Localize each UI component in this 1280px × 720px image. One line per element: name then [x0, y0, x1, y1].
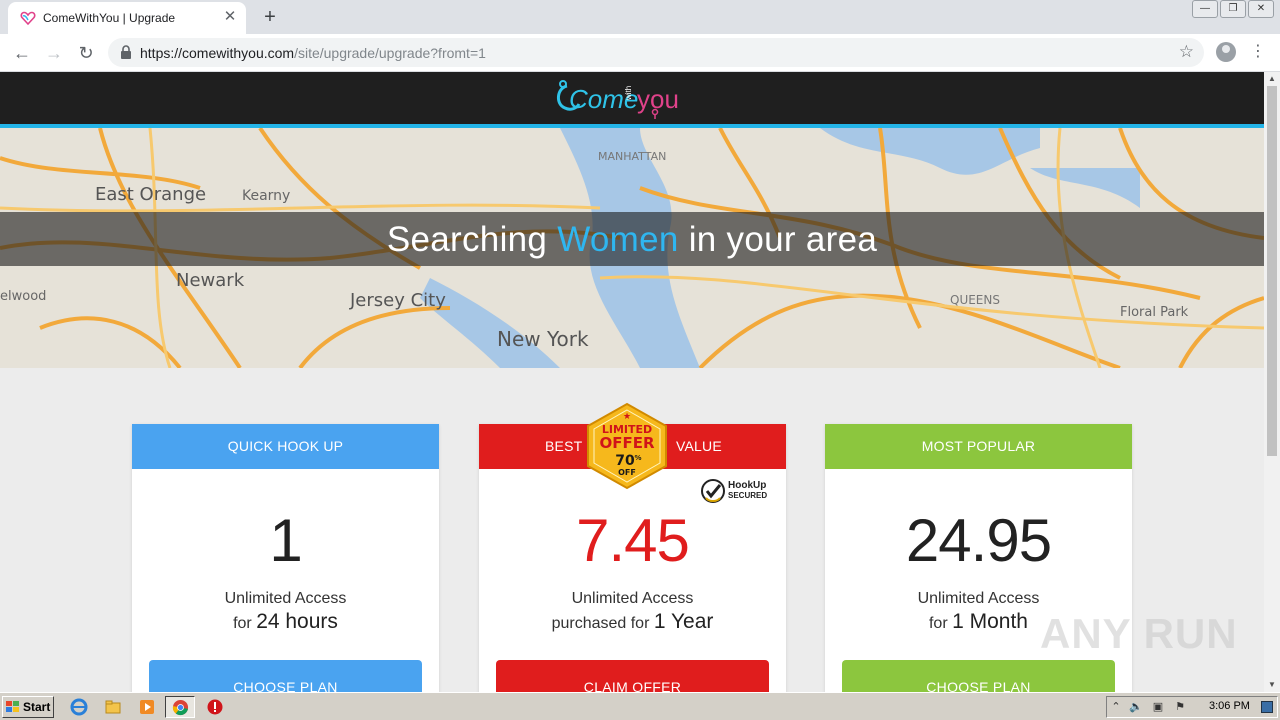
badge-line2: OFFER — [599, 434, 654, 452]
map-label-kearny: Kearny — [242, 188, 290, 204]
hero-map-banner: East Orange Kearny Newark Jersey City Ne… — [0, 128, 1264, 368]
tab-title: ComeWithYou | Upgrade — [43, 11, 176, 25]
forward-icon[interactable]: → — [42, 41, 66, 65]
back-icon[interactable]: ← — [10, 41, 34, 65]
url-path: /site/upgrade/upgrade?fromt=1 — [294, 45, 486, 61]
browser-tabstrip: ComeWithYou | Upgrade ✕ + — ❐ ✕ — [0, 0, 1280, 34]
limited-offer-badge-icon: ★ LIMITED OFFER 70 % OFF — [587, 402, 667, 490]
map-label-new-york: New York — [497, 327, 589, 351]
plan-description: Unlimited Access — [571, 590, 694, 607]
plan-duration: for 24 hours — [132, 610, 439, 634]
map-label-newark: Newark — [176, 270, 245, 291]
start-button[interactable]: Start — [2, 696, 54, 718]
hero-highlight: Women — [557, 220, 679, 259]
media-player-icon[interactable] — [138, 698, 156, 716]
page-viewport: Come with you East Orange Kearny Newark … — [0, 72, 1264, 692]
taskbar-clock[interactable]: 3:06 PM — [1209, 700, 1250, 712]
window-controls: — ❐ ✕ — [1192, 0, 1274, 18]
choose-plan-button[interactable]: CHOOSE PLAN — [149, 660, 422, 692]
badge-line3: 70 — [615, 453, 635, 469]
file-explorer-icon[interactable] — [104, 698, 122, 716]
plan-header-value: VALUE — [676, 438, 722, 454]
action-center-flag-icon[interactable]: ⚑ — [1173, 700, 1187, 714]
windows-taskbar: Start ⌃ 🔈 ▣ ⚑ 3:06 PM — [0, 692, 1280, 720]
map-label-jersey-city: Jersey City — [349, 290, 446, 311]
plan-duration-value: 1 Year — [653, 610, 714, 633]
anyrun-watermark: ANY RUN — [1040, 610, 1238, 657]
hookup-secured-seal: HookUp SECURED — [700, 478, 772, 506]
tray-expand-icon[interactable]: ⌃ — [1109, 700, 1123, 714]
new-tab-button[interactable]: + — [258, 6, 282, 28]
plan-duration: purchased for 1 Year — [479, 610, 786, 634]
volume-icon[interactable]: 🔈 — [1129, 700, 1143, 714]
secured-line2: SECURED — [728, 491, 768, 500]
scroll-up-arrow-icon[interactable]: ▲ — [1264, 72, 1280, 86]
restore-button[interactable]: ❐ — [1220, 0, 1246, 18]
url-text: https://comewithyou.com/site/upgrade/upg… — [140, 45, 486, 61]
start-label: Start — [23, 700, 51, 714]
plan-duration-value: 24 hours — [256, 610, 338, 633]
scroll-down-arrow-icon[interactable]: ▼ — [1264, 678, 1280, 692]
heart-favicon-icon — [20, 11, 36, 26]
plan-header-best: BEST — [545, 438, 583, 454]
browser-toolbar: ← → ↻ https://comewithyou.com/site/upgra… — [0, 34, 1280, 72]
hero-prefix: Searching — [386, 220, 558, 259]
profile-avatar-icon[interactable] — [1216, 42, 1236, 62]
windows-flag-icon — [6, 701, 19, 712]
system-tray: ⌃ 🔈 ▣ ⚑ 3:06 PM — [1106, 696, 1278, 718]
logo-you: you — [637, 84, 679, 114]
network-icon[interactable]: ▣ — [1151, 700, 1165, 714]
show-desktop-icon[interactable] — [1261, 701, 1273, 713]
plan-duration-prefix: for — [928, 615, 953, 632]
plan-price: 7.45 — [576, 507, 690, 574]
hero-headline: Searching Women in your area — [0, 220, 1264, 260]
url-host: https://comewithyou.com — [140, 45, 295, 61]
badge-star: ★ — [623, 411, 631, 421]
map-label-east-orange: East Orange — [95, 184, 206, 205]
comewithyou-logo[interactable]: Come with you — [555, 78, 680, 120]
plan-price: 1 — [269, 507, 302, 574]
plan-header: QUICK HOOK UP — [132, 424, 439, 469]
claim-offer-button[interactable]: CLAIM OFFER — [496, 660, 769, 692]
plan-header: MOST POPULAR — [825, 424, 1132, 469]
browser-menu-icon[interactable]: ⋮ — [1250, 42, 1266, 62]
plan-duration-prefix: purchased for — [551, 615, 654, 632]
secured-text: HookUp SECURED — [728, 481, 767, 501]
tab-close-icon[interactable]: ✕ — [222, 9, 238, 25]
close-window-button[interactable]: ✕ — [1248, 0, 1274, 18]
badge-line4: OFF — [618, 468, 636, 477]
map-label-manhattan: MANHATTAN — [598, 150, 666, 163]
plan-description: Unlimited Access — [917, 590, 1040, 607]
map-label-elwood: elwood — [0, 289, 46, 304]
choose-plan-button[interactable]: CHOOSE PLAN — [842, 660, 1115, 692]
plan-duration-prefix: for — [233, 615, 257, 632]
chrome-taskbar-button[interactable] — [165, 696, 195, 718]
site-header: Come with you — [0, 72, 1264, 124]
plan-description: Unlimited Access — [224, 590, 347, 607]
address-bar[interactable]: https://comewithyou.com/site/upgrade/upg… — [108, 38, 1204, 67]
bookmark-star-icon[interactable]: ☆ — [1179, 42, 1194, 62]
lock-icon — [121, 45, 131, 59]
logo-with: with — [624, 86, 633, 101]
hero-suffix: in your area — [678, 220, 878, 259]
plan-card-quick-hook-up: QUICK HOOK UP 1 Unlimited Access for 24 … — [132, 424, 439, 692]
page-scrollbar[interactable]: ▲ ▼ — [1264, 72, 1280, 692]
checkmark-seal-icon — [701, 479, 725, 503]
badge-percent: % — [634, 454, 641, 462]
chrome-icon — [172, 699, 189, 716]
browser-tab[interactable]: ComeWithYou | Upgrade ✕ — [8, 2, 246, 34]
map-label-floral-park: Floral Park — [1120, 305, 1189, 320]
antivirus-alert-icon[interactable] — [206, 698, 224, 716]
reload-icon[interactable]: ↻ — [74, 41, 98, 65]
internet-explorer-icon[interactable] — [70, 698, 88, 716]
secured-line1: HookUp — [728, 480, 767, 491]
minimize-button[interactable]: — — [1192, 0, 1218, 18]
plan-duration-value: 1 Month — [952, 610, 1028, 633]
scroll-thumb[interactable] — [1267, 86, 1277, 456]
plan-price: 24.95 — [905, 507, 1052, 574]
map-label-queens: QUEENS — [950, 293, 1000, 307]
